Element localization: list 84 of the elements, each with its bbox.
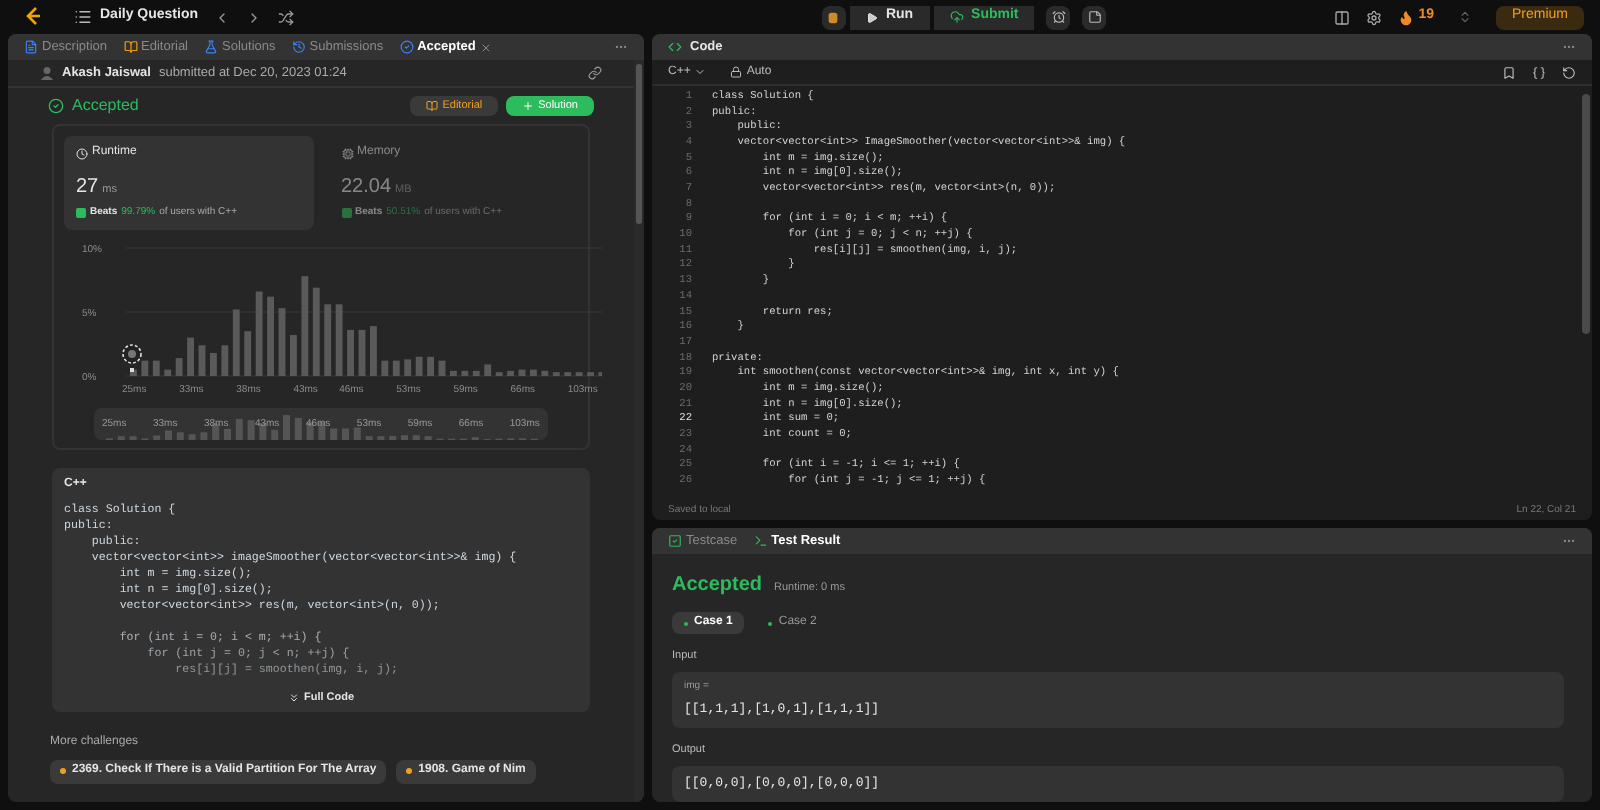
histogram-bar [461, 369, 469, 375]
upload-icon [949, 10, 964, 24]
debug-button[interactable] [821, 5, 846, 29]
histogram-bar [427, 355, 434, 375]
histogram-bar [530, 368, 537, 375]
histogram-bar [175, 357, 183, 375]
stat-value: 27 [76, 174, 99, 202]
histogram-bar [484, 363, 492, 375]
close-icon[interactable] [479, 41, 492, 53]
histogram-bar [187, 336, 194, 375]
undo-icon[interactable] [1562, 65, 1576, 79]
shuffle-icon[interactable] [278, 9, 295, 25]
terminal-icon [753, 534, 768, 548]
clock-icon [76, 147, 88, 159]
avatar-icon [40, 66, 54, 80]
more-icon[interactable] [1562, 40, 1576, 54]
histogram-bar [152, 359, 160, 375]
histogram-bar [381, 359, 389, 375]
histogram-bar [267, 295, 274, 375]
more-icon[interactable] [614, 40, 628, 54]
book-icon [426, 100, 439, 112]
checkbox-icon [668, 534, 682, 548]
histogram-bar [198, 344, 206, 375]
result-status: Accepted [672, 572, 763, 600]
histogram-bar [164, 368, 172, 375]
histogram-bar [312, 286, 320, 375]
expand-icon[interactable] [1458, 10, 1472, 24]
chip-icon [341, 147, 353, 159]
plus-icon [522, 100, 535, 112]
histogram-bar [472, 369, 480, 375]
book-icon [123, 40, 138, 54]
settings-icon[interactable] [1366, 9, 1383, 25]
chevrons-down-icon [287, 691, 300, 704]
histogram-bar [415, 355, 423, 375]
histogram-bar [347, 328, 354, 375]
layout-icon[interactable] [1334, 9, 1351, 25]
timer-button[interactable] [1046, 5, 1071, 29]
stat-value: 22.04 [341, 174, 392, 202]
avatar-marker-icon [122, 343, 142, 371]
histogram-bar [221, 344, 229, 375]
note-icon [1087, 10, 1102, 24]
scrollbar-thumb[interactable] [1582, 94, 1590, 334]
caret-icon [694, 66, 707, 78]
histogram-bar [438, 359, 446, 375]
beats-icon [341, 208, 351, 219]
document-icon [24, 40, 38, 54]
histogram-bar [210, 351, 217, 375]
more-icon[interactable] [1562, 534, 1576, 548]
histogram-bar [301, 275, 309, 375]
histogram-bar [392, 359, 400, 375]
bookmark-icon[interactable] [1502, 65, 1516, 79]
history-icon [291, 40, 306, 54]
flask-icon [204, 40, 218, 54]
histogram-bar [141, 359, 149, 375]
notes-button[interactable] [1082, 5, 1107, 29]
logo-icon[interactable] [24, 6, 42, 28]
histogram-bar [450, 369, 457, 375]
braces-icon[interactable] [1532, 65, 1546, 79]
lock-icon [730, 66, 743, 78]
histogram-bar [358, 328, 366, 375]
histogram-bar [404, 358, 412, 375]
histogram-bar [324, 303, 332, 375]
histogram-bar [290, 334, 297, 375]
status-label: Accepted [72, 94, 139, 118]
check-circle-icon [48, 98, 64, 114]
beats-icon [76, 208, 86, 219]
histogram-bar [518, 368, 526, 375]
list-icon[interactable] [74, 8, 92, 26]
histogram-bar [244, 330, 252, 375]
histogram-bar [370, 325, 377, 375]
histogram-bar [335, 303, 343, 375]
bug-icon [826, 10, 841, 24]
link-icon[interactable] [588, 66, 602, 80]
histogram-bar [541, 369, 549, 375]
alarm-clock-icon [1051, 10, 1066, 24]
flame-icon[interactable] [1398, 9, 1415, 25]
play-icon [865, 11, 878, 23]
histogram-bar [255, 290, 263, 375]
histogram-bar [232, 308, 240, 375]
code-icon [668, 40, 682, 54]
scrollbar-thumb[interactable] [636, 64, 642, 224]
check-circle-icon [399, 40, 414, 54]
histogram-bar [507, 369, 514, 375]
histogram-bar [278, 307, 286, 375]
